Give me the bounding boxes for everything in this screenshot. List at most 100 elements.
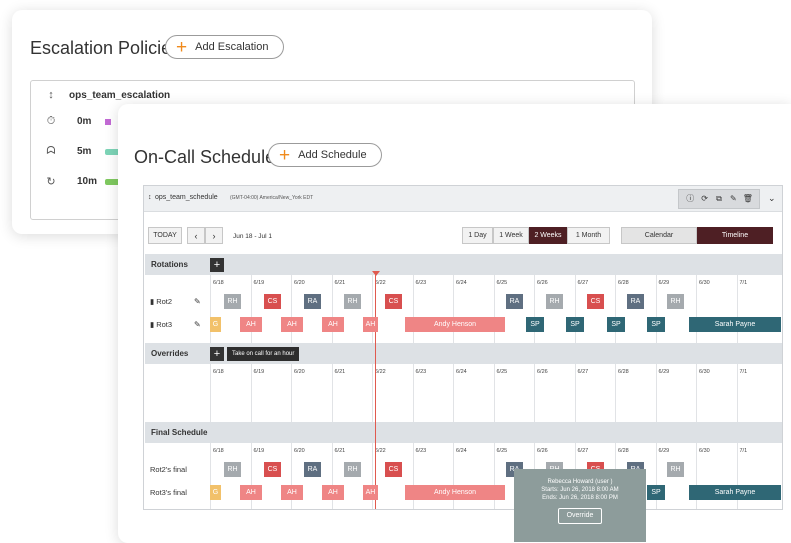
day-label: 6/19: [253, 448, 265, 454]
day-divider: [696, 364, 697, 422]
today-button[interactable]: TODAY: [148, 227, 182, 244]
day-divider: [736, 364, 738, 422]
add-override-button[interactable]: +: [210, 347, 224, 361]
shift-block[interactable]: Sarah Payne: [689, 317, 781, 332]
day-divider: [736, 275, 738, 343]
day-divider: [250, 364, 252, 422]
final-schedule-label: Final Schedule: [151, 428, 208, 437]
day-divider: [291, 364, 292, 422]
trash-icon[interactable]: 🗑: [743, 194, 753, 204]
shift-block[interactable]: AH: [322, 485, 344, 500]
range-1-week[interactable]: 1 Week: [493, 227, 529, 244]
tooltip-starts: Starts: Jun 26, 2018 8:00 AM: [541, 487, 619, 493]
shift-block[interactable]: AH: [240, 317, 262, 332]
day-label: 6/28: [618, 448, 629, 454]
schedule-name: ops_team_schedule: [155, 194, 218, 201]
shift-block[interactable]: RA: [506, 294, 523, 309]
shift-block[interactable]: CS: [385, 462, 402, 477]
info-icon[interactable]: ⓘ: [685, 194, 695, 204]
shift-block[interactable]: RA: [304, 294, 321, 309]
next-button[interactable]: ›: [205, 227, 223, 244]
day-label: 6/30: [699, 280, 710, 286]
day-divider: [372, 275, 373, 343]
day-label: 6/19: [253, 280, 265, 286]
drag-handle-icon[interactable]: ↕: [43, 89, 59, 101]
shift-block[interactable]: RH: [224, 294, 241, 309]
override-button[interactable]: Override: [557, 508, 603, 524]
shift-block[interactable]: G: [210, 317, 221, 332]
shift-block[interactable]: AH: [322, 317, 344, 332]
shift-block[interactable]: AH: [363, 485, 378, 500]
shift-block[interactable]: SP: [607, 317, 625, 332]
shift-block[interactable]: RH: [667, 294, 684, 309]
day-label: 6/23: [415, 448, 427, 454]
day-divider: [291, 275, 292, 343]
day-label: 6/22: [375, 448, 386, 454]
shift-block[interactable]: RH: [224, 462, 241, 477]
shift-block[interactable]: Andy Henson: [405, 317, 505, 332]
shift-block[interactable]: SP: [526, 317, 544, 332]
add-rotation-button[interactable]: +: [210, 258, 224, 272]
rotation-icon: ↻: [46, 176, 56, 188]
edit-icon[interactable]: ✎: [194, 297, 201, 306]
add-schedule-button[interactable]: + Add Schedule: [268, 143, 382, 167]
copy-icon[interactable]: ⧉: [714, 194, 724, 204]
edit-icon[interactable]: ✎: [194, 320, 201, 329]
day-divider: [615, 275, 616, 343]
day-label: 6/26: [537, 280, 548, 286]
day-label: 6/23: [415, 369, 427, 375]
shift-block[interactable]: Andy Henson: [405, 485, 505, 500]
shift-block[interactable]: RH: [344, 294, 361, 309]
rotations-label: Rotations: [151, 260, 188, 269]
shift-block[interactable]: SP: [647, 485, 665, 500]
day-label: 7/1: [739, 369, 748, 375]
shift-block[interactable]: RA: [304, 462, 321, 477]
chevron-down-icon[interactable]: ⌄: [768, 193, 776, 204]
shift-block[interactable]: CS: [264, 462, 281, 477]
shift-block[interactable]: G: [210, 485, 221, 500]
shift-block[interactable]: RH: [667, 462, 684, 477]
shift-block[interactable]: CS: [587, 294, 604, 309]
range-2-weeks[interactable]: 2 Weeks: [529, 227, 567, 244]
shift-block[interactable]: RA: [627, 294, 644, 309]
shift-block[interactable]: RH: [546, 294, 563, 309]
edit-icon[interactable]: ✎: [728, 194, 738, 204]
rot2-label: ▮ Rot2: [150, 297, 173, 306]
range-1-month[interactable]: 1 Month: [567, 227, 610, 244]
day-divider: [453, 364, 454, 422]
shift-block[interactable]: SP: [566, 317, 584, 332]
step-delay: 5m: [77, 146, 92, 157]
drag-handle-icon[interactable]: ↕: [148, 194, 152, 201]
refresh-icon[interactable]: ⟳: [700, 194, 710, 204]
day-label: 6/24: [456, 448, 467, 454]
rot3-label: ▮ Rot3: [150, 320, 173, 329]
day-label: 6/25: [496, 448, 508, 454]
day-label: 6/23: [415, 280, 427, 286]
day-label: 6/27: [577, 280, 589, 286]
shift-block[interactable]: Sarah Payne: [689, 485, 781, 500]
shift-block[interactable]: SP: [647, 317, 665, 332]
range-1-day[interactable]: 1 Day: [462, 227, 493, 244]
day-label: 6/18: [213, 448, 224, 454]
shift-block[interactable]: AH: [363, 317, 378, 332]
shift-block[interactable]: CS: [385, 294, 402, 309]
prev-button[interactable]: ‹: [187, 227, 205, 244]
timeline-view-button[interactable]: Timeline: [697, 227, 773, 244]
shift-block[interactable]: AH: [240, 485, 262, 500]
day-divider: [372, 364, 373, 422]
day-label: 6/20: [294, 280, 305, 286]
day-label: 6/18: [213, 369, 224, 375]
day-label: 6/26: [537, 369, 548, 375]
shift-block[interactable]: RH: [344, 462, 361, 477]
calendar-view-button[interactable]: Calendar: [621, 227, 697, 244]
shift-block[interactable]: AH: [281, 317, 303, 332]
day-label: 6/20: [294, 369, 305, 375]
rot3-final-label: Rot3's final: [150, 488, 187, 497]
add-escalation-button[interactable]: + Add Escalation: [165, 35, 284, 59]
day-label: 7/1: [739, 448, 748, 454]
step-marker: [105, 118, 111, 125]
day-divider: [615, 364, 616, 422]
shift-block[interactable]: CS: [264, 294, 281, 309]
shift-block[interactable]: AH: [281, 485, 303, 500]
day-label: 6/24: [456, 280, 467, 286]
